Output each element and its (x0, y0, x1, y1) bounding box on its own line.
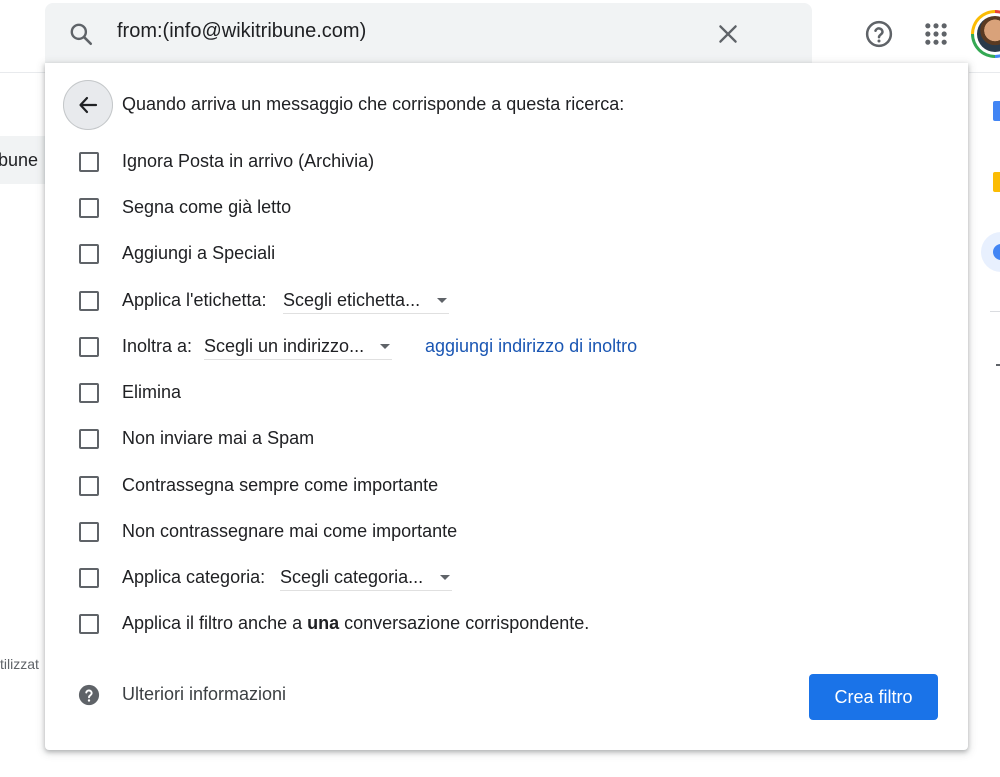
background-tab-label: bune (0, 150, 39, 170)
option-label: Non inviare mai a Spam (122, 428, 315, 448)
option-label: Contrassegna sempre come importante (122, 475, 439, 495)
option-label: Segna come già letto (122, 197, 292, 217)
apply-existing-checkbox[interactable] (79, 614, 99, 634)
always-important-checkbox[interactable] (79, 476, 99, 496)
forward-address-select[interactable]: Scegli un indirizzo... (204, 333, 392, 360)
option-label: Ignora Posta in arrivo (Archivia) (122, 151, 375, 171)
category-select[interactable]: Scegli categoria... (280, 564, 452, 591)
forward-checkbox[interactable] (79, 337, 99, 357)
apply-label-checkbox[interactable] (79, 291, 99, 311)
option-row-apply-existing: Applica il filtro anche a una conversazi… (45, 610, 968, 640)
option-row-archive: Ignora Posta in arrivo (Archivia) (45, 148, 968, 178)
label-select[interactable]: Scegli etichetta... (283, 287, 449, 314)
side-panel-calendar-icon[interactable] (993, 101, 1000, 121)
search-input[interactable]: from:(info@wikitribune.com) (117, 20, 366, 43)
side-panel-tasks-icon[interactable] (981, 232, 1000, 272)
help-icon[interactable] (864, 19, 894, 49)
chevron-down-icon (380, 344, 390, 349)
learn-more-link[interactable]: Ulteriori informazioni (122, 684, 286, 705)
arrow-back-icon (79, 96, 98, 114)
option-label-end: conversazione corrispondente. (339, 613, 590, 633)
star-checkbox[interactable] (79, 244, 99, 264)
search-icon[interactable] (68, 21, 94, 47)
side-panel-divider (990, 311, 1000, 312)
close-icon[interactable] (715, 21, 741, 47)
background-footer-text: tilizzat (0, 656, 39, 672)
option-row-forward: Inoltra a: Scegli un indirizzo... aggiun… (45, 333, 968, 363)
forward-address-value: Scegli un indirizzo... (204, 336, 365, 356)
category-select-value: Scegli categoria... (280, 567, 424, 587)
delete-checkbox[interactable] (79, 383, 99, 403)
never-important-checkbox[interactable] (79, 522, 99, 542)
category-checkbox[interactable] (79, 568, 99, 588)
option-label: Inoltra a: (122, 336, 193, 356)
filter-actions-panel: Quando arriva un messaggio che corrispon… (45, 63, 968, 750)
chevron-down-icon (440, 575, 450, 580)
side-panel-keep-icon[interactable] (993, 172, 1000, 192)
mark-read-checkbox[interactable] (79, 198, 99, 218)
background-tab[interactable]: bune (0, 136, 45, 184)
filter-heading: Quando arriva un messaggio che corrispon… (122, 94, 625, 114)
header-divider-right (969, 72, 1000, 73)
option-row-always-important: Contrassegna sempre come importante (45, 472, 968, 502)
avatar-ring (974, 13, 1000, 55)
option-label-bold: una (307, 613, 340, 633)
back-button[interactable] (63, 80, 113, 130)
option-label: Non contrassegnare mai come importante (122, 521, 458, 541)
option-row-never-spam: Non inviare mai a Spam (45, 425, 968, 455)
question-circle-icon (78, 684, 100, 706)
add-forwarding-address-link[interactable]: aggiungi indirizzo di inoltro (425, 336, 637, 357)
option-label: Applica l'etichetta: (122, 290, 267, 310)
option-row-never-important: Non contrassegnare mai come importante (45, 518, 968, 548)
side-panel-add-icon[interactable] (996, 364, 1000, 366)
option-row-delete: Elimina (45, 379, 968, 409)
option-label: Applica categoria: (122, 567, 266, 587)
create-filter-button[interactable]: Crea filtro (809, 674, 938, 720)
option-label: Elimina (122, 382, 182, 402)
option-row-mark-read: Segna come già letto (45, 194, 968, 224)
avatar-photo (977, 16, 1000, 52)
option-label: Aggiungi a Speciali (122, 243, 276, 263)
label-select-value: Scegli etichetta... (283, 290, 421, 310)
option-row-apply-label: Applica l'etichetta: Scegli etichetta... (45, 287, 968, 317)
never-spam-checkbox[interactable] (79, 429, 99, 449)
option-label: Applica il filtro anche a una conversazi… (122, 613, 589, 634)
option-row-star: Aggiungi a Speciali (45, 240, 968, 270)
avatar[interactable] (971, 10, 1000, 58)
chevron-down-icon (437, 298, 447, 303)
option-row-category: Applica categoria: Scegli categoria... (45, 564, 968, 594)
skip-inbox-checkbox[interactable] (79, 152, 99, 172)
header-divider-left (0, 72, 45, 73)
apps-grid-icon[interactable] (922, 20, 950, 48)
option-label-start: Applica il filtro anche a (122, 613, 308, 633)
